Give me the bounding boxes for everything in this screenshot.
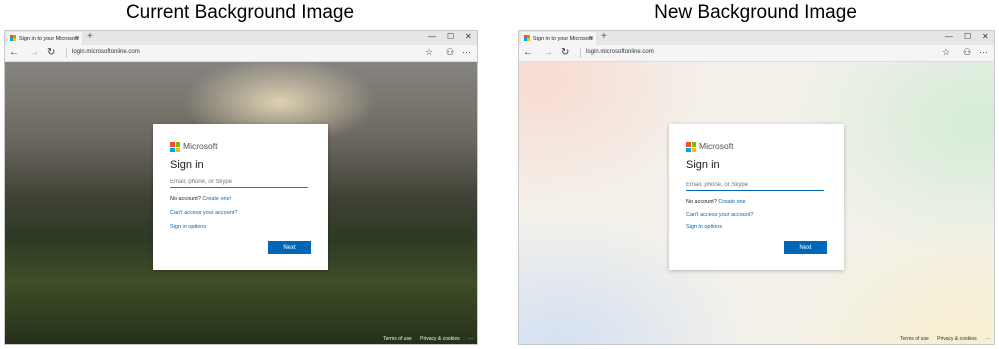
browser-tab[interactable]: Sign in to your Microsoft ✕ [521, 32, 596, 45]
microsoft-favicon-icon [10, 35, 16, 41]
footer-more-icon[interactable]: ··· [985, 336, 990, 342]
minimize-icon[interactable]: — [945, 32, 953, 41]
maximize-icon[interactable]: ☐ [447, 32, 454, 41]
favorites-star-icon[interactable]: ☆ [425, 47, 433, 58]
page-background-image: Microsoft Sign in No account? Create one… [5, 62, 477, 344]
caption-current: Current Background Image [125, 2, 355, 23]
signin-card: Microsoft Sign in No account? Create one… [669, 124, 844, 270]
privacy-link[interactable]: Privacy & cookies [420, 336, 459, 342]
address-bar: ← → ↻ login.microsoftonline.com ☆ ⚇ ··· [519, 45, 994, 62]
brand-name: Microsoft [183, 141, 218, 151]
page-background-gradient: Microsoft Sign in No account? Create one… [519, 62, 994, 344]
minimize-icon[interactable]: — [428, 32, 436, 41]
footer: Terms of use Privacy & cookies ··· [893, 336, 990, 342]
url-field[interactable]: login.microsoftonline.com [586, 49, 654, 55]
signin-options-link[interactable]: Sign in options [170, 224, 206, 230]
microsoft-favicon-icon [524, 35, 530, 41]
tab-title: Sign in to your Microsoft [19, 35, 78, 42]
close-icon[interactable]: ✕ [465, 32, 472, 41]
refresh-icon[interactable]: ↻ [47, 47, 55, 58]
back-icon[interactable]: ← [523, 47, 533, 58]
divider [580, 48, 581, 58]
caption-new: New Background Image [654, 2, 857, 23]
next-button[interactable]: Next [268, 241, 311, 254]
forward-icon[interactable]: → [29, 47, 39, 58]
tab-title: Sign in to your Microsoft [533, 35, 592, 42]
more-icon[interactable]: ··· [979, 47, 988, 57]
maximize-icon[interactable]: ☐ [964, 32, 971, 41]
cant-access-link[interactable]: Can't access your account? [170, 210, 237, 216]
divider [66, 48, 67, 58]
favorites-star-icon[interactable]: ☆ [942, 47, 950, 58]
next-button[interactable]: Next [784, 241, 827, 254]
url-field[interactable]: login.microsoftonline.com [72, 49, 140, 55]
cant-access-link[interactable]: Can't access your account? [686, 212, 753, 218]
terms-link[interactable]: Terms of use [383, 336, 412, 342]
new-tab-icon[interactable]: + [601, 31, 607, 42]
create-account-link[interactable]: Create one! [202, 196, 231, 202]
microsoft-logo-icon [170, 142, 180, 152]
terms-link[interactable]: Terms of use [900, 336, 929, 342]
share-icon[interactable]: ⚇ [446, 47, 454, 58]
tab-close-icon[interactable]: ✕ [75, 35, 80, 42]
signin-heading: Sign in [170, 159, 204, 171]
refresh-icon[interactable]: ↻ [561, 47, 569, 58]
tab-bar: Sign in to your Microsoft ✕ + — ☐ ✕ [519, 31, 994, 45]
browser-tab[interactable]: Sign in to your Microsoft ✕ [7, 32, 82, 45]
tab-close-icon[interactable]: ✕ [589, 35, 594, 42]
address-bar: ← → ↻ login.microsoftonline.com ☆ ⚇ ··· [5, 45, 477, 62]
back-icon[interactable]: ← [9, 47, 19, 58]
create-account-link[interactable]: Create one [718, 199, 745, 205]
microsoft-logo-icon [686, 142, 696, 152]
browser-window-new: Sign in to your Microsoft ✕ + — ☐ ✕ ← → … [518, 30, 995, 345]
forward-icon[interactable]: → [543, 47, 553, 58]
more-icon[interactable]: ··· [462, 47, 471, 57]
signin-options-link[interactable]: Sign in options [686, 224, 722, 230]
new-tab-icon[interactable]: + [87, 31, 93, 42]
browser-window-current: Sign in to your Microsoft ✕ + — ☐ ✕ ← → … [4, 30, 478, 345]
brand-name: Microsoft [699, 141, 734, 151]
footer-more-icon[interactable]: ··· [468, 336, 473, 342]
tab-bar: Sign in to your Microsoft ✕ + — ☐ ✕ [5, 31, 477, 45]
no-account-text: No account? Create one [686, 199, 746, 205]
signin-card: Microsoft Sign in No account? Create one… [153, 124, 328, 270]
signin-heading: Sign in [686, 159, 720, 171]
email-field[interactable] [170, 177, 308, 188]
email-field[interactable] [686, 180, 824, 191]
close-icon[interactable]: ✕ [982, 32, 989, 41]
no-account-text: No account? Create one! [170, 196, 231, 202]
footer: Terms of use Privacy & cookies ··· [376, 336, 473, 342]
privacy-link[interactable]: Privacy & cookies [937, 336, 976, 342]
no-account-label: No account? [686, 199, 717, 205]
no-account-label: No account? [170, 196, 201, 202]
share-icon[interactable]: ⚇ [963, 47, 971, 58]
